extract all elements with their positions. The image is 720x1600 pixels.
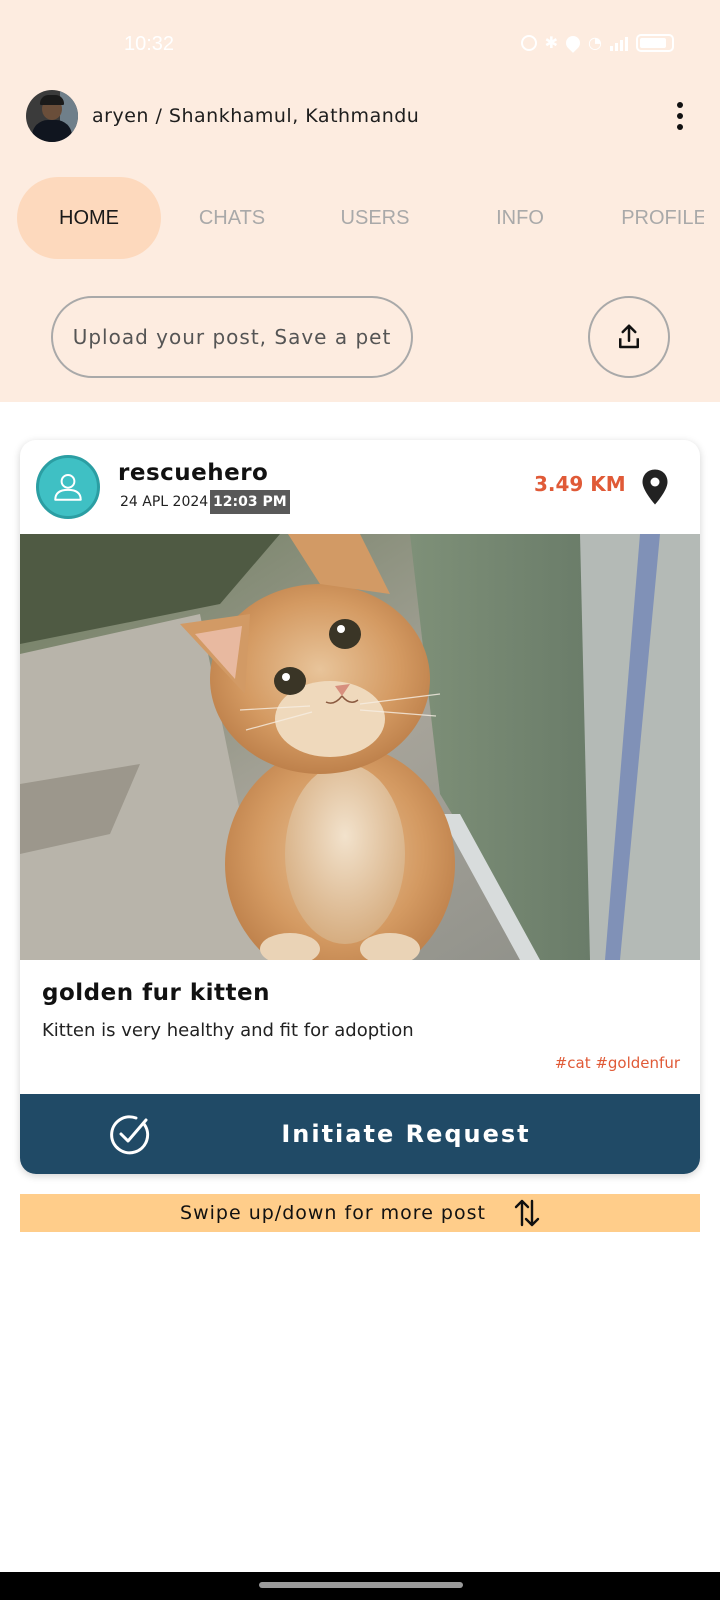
app-header: aryen / Shankhamul, Kathmandu	[26, 90, 696, 142]
tab-bar: HOME CHATS USERS INFO PROFILE	[0, 177, 720, 259]
signal-icon	[610, 35, 628, 51]
system-navigation-bar	[0, 1572, 720, 1600]
home-gesture-handle[interactable]	[259, 1582, 463, 1588]
post-title: golden fur kitten	[42, 980, 270, 1006]
post-header: rescuehero 24 APL 2024 12:03 PM 3.49 KM	[20, 440, 700, 534]
status-time: 10:32	[124, 33, 175, 55]
tab-users[interactable]: USERS	[303, 177, 447, 259]
swap-vertical-icon	[514, 1199, 540, 1227]
post-date: 24 APL 2024	[120, 494, 209, 510]
user-location-label: aryen / Shankhamul, Kathmandu	[92, 105, 420, 127]
upload-post-input[interactable]: Upload your post, Save a pet	[51, 296, 413, 378]
swipe-hint-text: Swipe up/down for more post	[180, 1202, 486, 1224]
post-image-kitten[interactable]	[20, 534, 700, 960]
share-upload-icon	[619, 324, 639, 349]
poster-username: rescuehero	[118, 460, 269, 486]
initiate-request-button[interactable]: Initiate Request	[20, 1094, 700, 1174]
battery-icon	[636, 34, 674, 52]
wifi-icon: ◔	[588, 33, 602, 52]
post-description: Kitten is very healthy and fit for adopt…	[42, 1020, 414, 1041]
alarm-icon	[520, 35, 537, 51]
upload-row: Upload your post, Save a pet	[0, 296, 720, 378]
post-card: rescuehero 24 APL 2024 12:03 PM 3.49 KM	[20, 440, 700, 1174]
post-tags[interactable]: #cat #goldenfur	[555, 1054, 680, 1072]
more-options-icon[interactable]	[668, 100, 692, 132]
location-status-icon	[563, 33, 583, 53]
tab-chats[interactable]: CHATS	[160, 177, 304, 259]
tab-home[interactable]: HOME	[17, 177, 161, 259]
user-icon	[54, 473, 82, 501]
poster-avatar[interactable]	[36, 455, 100, 519]
initiate-request-label: Initiate Request	[281, 1120, 531, 1148]
location-pin-icon[interactable]	[640, 468, 670, 506]
tab-info[interactable]: INFO	[448, 177, 592, 259]
top-area: 10:32 ✱ ◔ aryen / Shankhamul, Kathmandu …	[0, 0, 720, 402]
status-icons: ✱ ◔	[520, 33, 674, 53]
post-distance: 3.49 KM	[534, 472, 626, 496]
status-bar: 10:32 ✱ ◔	[0, 28, 720, 64]
upload-button[interactable]	[588, 296, 670, 378]
user-avatar[interactable]	[26, 90, 78, 142]
tab-profile[interactable]: PROFILE	[592, 177, 704, 259]
post-time: 12:03 PM	[210, 490, 290, 514]
bluetooth-icon: ✱	[544, 33, 559, 52]
check-circle-icon	[110, 1115, 150, 1155]
swipe-hint-bar: Swipe up/down for more post	[20, 1194, 700, 1232]
